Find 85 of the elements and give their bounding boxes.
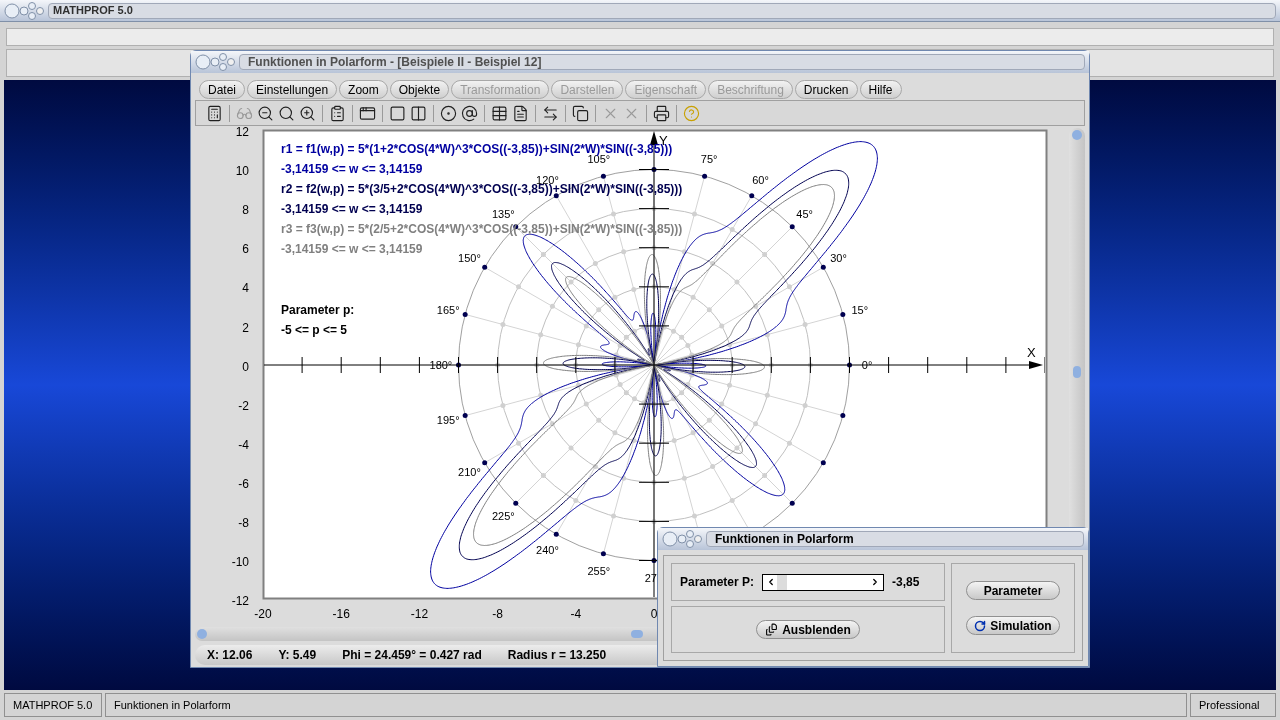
y-tick-label: 10 xyxy=(235,164,249,179)
y-tick-label: -12 xyxy=(231,594,249,609)
title-field: Funktionen in Polarform - [Beispiele II - Beispiel 12] xyxy=(239,54,1085,70)
parameter-range: -5 <= p <= 5 xyxy=(281,323,348,337)
function-range: -3,14159 <= w <= 3,14159 xyxy=(281,162,423,176)
angle-label: 135° xyxy=(491,208,515,221)
document-icon xyxy=(765,623,779,636)
angle-label: 30° xyxy=(830,252,847,265)
axis-label: X xyxy=(1027,345,1036,360)
menu-item[interactable]: Hilfe xyxy=(859,79,902,99)
y-tick-label: 6 xyxy=(242,242,249,257)
y-tick-label: 4 xyxy=(242,281,249,296)
rotate-icon xyxy=(974,619,987,632)
menu-item[interactable]: Einstellungen xyxy=(247,79,338,99)
at-sign-icon[interactable] xyxy=(461,104,478,122)
coordinate-readout: Phi = 24.459° = 0.427 rad xyxy=(342,647,482,664)
slider-label: Parameter P: xyxy=(680,574,755,591)
simulation-button[interactable]: Simulation xyxy=(966,616,1060,635)
y-tick-label: -8 xyxy=(238,516,249,530)
angle-label: 255° xyxy=(587,564,611,577)
scroll-thumb-icon[interactable] xyxy=(1073,366,1081,378)
angle-label: 165° xyxy=(436,303,460,316)
angle-label: 27 xyxy=(644,572,657,585)
scroll-thumb-icon[interactable] xyxy=(1072,130,1082,140)
y-tick-label: -2 xyxy=(238,398,249,413)
parameter-slider[interactable] xyxy=(762,573,885,591)
function-range: -3,14159 <= w <= 3,14159 xyxy=(281,202,423,216)
angle-label: 150° xyxy=(458,252,481,265)
x-tick-label: -20 xyxy=(254,607,272,621)
parameter-button[interactable]: Parameter xyxy=(966,581,1060,600)
slider-reading: -3,85 xyxy=(892,574,920,591)
table-icon[interactable] xyxy=(491,104,508,122)
hide-button[interactable]: Ausblenden xyxy=(756,620,860,639)
menu-item[interactable]: Drucken xyxy=(794,79,858,99)
angle-label: 45° xyxy=(796,208,813,221)
scroll-thumb-icon[interactable] xyxy=(631,630,643,638)
x-tick-label: 0 xyxy=(650,607,658,621)
pages-icon[interactable] xyxy=(572,104,589,122)
y-tick-label: -4 xyxy=(238,437,249,452)
angle-label: 210° xyxy=(458,465,481,478)
y-tick-label: 8 xyxy=(242,203,249,218)
circle-dot-icon[interactable] xyxy=(440,104,457,122)
y-tick-label: 12 xyxy=(235,126,249,139)
scroll-thumb-icon[interactable] xyxy=(197,629,207,639)
angle-label: 195° xyxy=(436,414,460,427)
x-tick-label: -12 xyxy=(410,607,429,621)
coordinate-readout: Radius r = 13.250 xyxy=(507,647,607,664)
y-tick-label: -10 xyxy=(231,555,249,570)
window-icon[interactable] xyxy=(359,104,376,122)
function-range: -3,14159 <= w <= 3,14159 xyxy=(281,242,423,256)
angle-label: 60° xyxy=(752,174,769,187)
title-field: MATHPROF 5.0 xyxy=(48,2,1276,19)
x-tick-label: -4 xyxy=(570,607,582,621)
angle-label: 0° xyxy=(861,359,873,371)
y-tick-label: 2 xyxy=(242,320,249,335)
menu-item[interactable]: Datei xyxy=(199,79,245,99)
coordinate-readout: X: 12.06 xyxy=(207,647,253,664)
parameter-label: Parameter p: xyxy=(281,303,355,317)
title-field: Funktionen in Polarform xyxy=(706,531,1084,547)
clipboard-icon[interactable] xyxy=(329,104,346,122)
columns-icon[interactable] xyxy=(410,104,427,122)
magnifier-icon[interactable] xyxy=(278,104,295,122)
angle-label: 75° xyxy=(700,153,718,166)
status-cell: Funktionen in Polarform xyxy=(105,693,1187,717)
square-icon[interactable] xyxy=(389,104,406,122)
zoom-in-icon[interactable] xyxy=(299,104,316,122)
coordinate-readout: Y: 5.49 xyxy=(278,647,317,664)
menu-item[interactable]: Objekte xyxy=(389,79,450,99)
zoom-out-icon[interactable] xyxy=(257,104,274,122)
menu-item[interactable]: Zoom xyxy=(339,79,388,99)
x-tick-label: -8 xyxy=(492,607,503,621)
status-cell: MATHPROF 5.0 xyxy=(4,693,102,717)
status-cell: Professional xyxy=(1190,693,1276,717)
angle-label: 240° xyxy=(536,543,559,556)
angle-label: 15° xyxy=(851,303,869,316)
printer-icon[interactable] xyxy=(653,104,670,122)
angle-label: 180° xyxy=(429,359,453,371)
y-tick-label: 0 xyxy=(242,359,249,374)
x-tick-label: -16 xyxy=(332,607,350,621)
y-tick-label: -6 xyxy=(238,476,249,491)
calculator-icon[interactable] xyxy=(206,104,223,122)
swap-icon[interactable] xyxy=(542,104,559,122)
document-icon[interactable] xyxy=(512,104,529,122)
slider-thumb[interactable] xyxy=(776,574,787,590)
angle-label: 225° xyxy=(491,509,515,522)
